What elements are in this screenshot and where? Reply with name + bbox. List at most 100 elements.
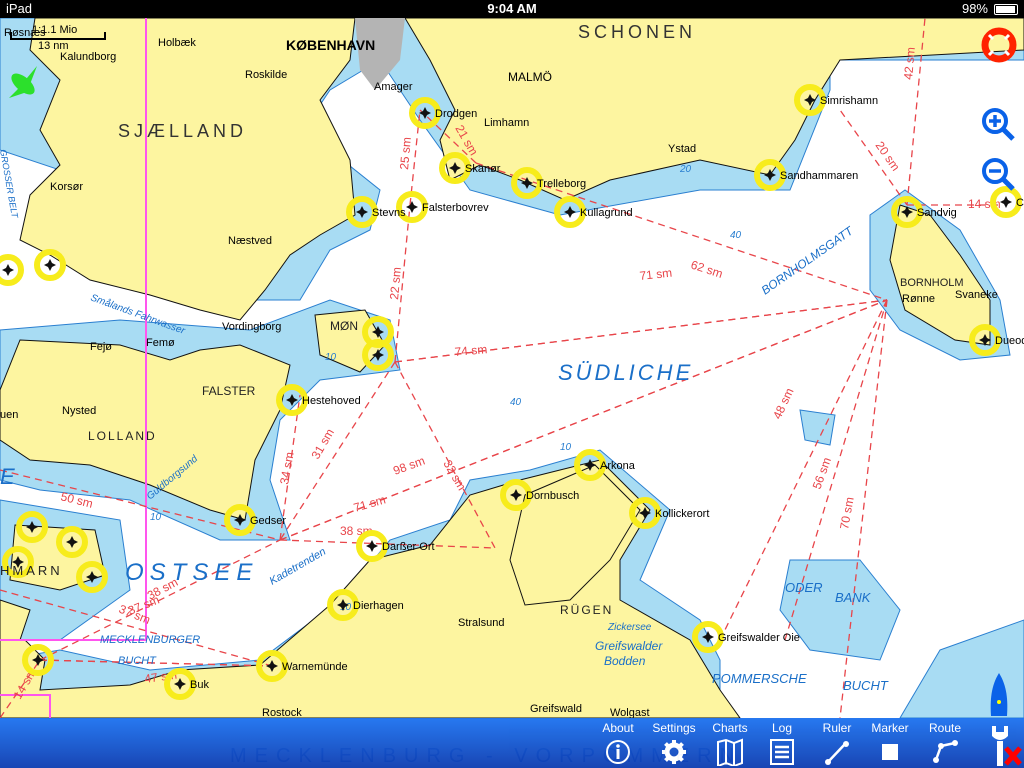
place-name: Fejø bbox=[90, 341, 112, 353]
sea-label: BUCHT bbox=[118, 655, 157, 667]
lighthouse-name: Greifswalder Oie bbox=[718, 632, 800, 644]
sea-label: Greifswalder bbox=[595, 639, 663, 653]
route-distance-label: 20 sm bbox=[873, 139, 903, 174]
battery-percent: 98% bbox=[961, 1, 988, 16]
region-label: MØN bbox=[330, 319, 358, 333]
sea-label: Kadetrenden bbox=[268, 546, 329, 588]
ruler-icon bbox=[825, 741, 849, 765]
route-icon bbox=[933, 740, 958, 763]
depth-contour-label: 10 bbox=[560, 442, 572, 453]
toolbar-label: Ruler bbox=[822, 721, 852, 735]
bottom-toolbar: About Settings Charts Log Ruler Marker Route bbox=[0, 718, 1024, 768]
toolbar-label: Route bbox=[928, 721, 962, 735]
lighthouse-name: Trelleborg bbox=[537, 178, 586, 190]
lighthouse-marker[interactable] bbox=[0, 254, 24, 286]
route-distance-label: 32 sm bbox=[440, 458, 468, 493]
gear-icon bbox=[662, 740, 686, 764]
place-name: Svaneke bbox=[955, 289, 998, 301]
tools-close-button[interactable] bbox=[986, 724, 1022, 768]
zoom-in-button[interactable] bbox=[980, 106, 1018, 144]
compass-arrow-icon[interactable] bbox=[5, 62, 43, 102]
lighthouse-marker[interactable] bbox=[34, 249, 66, 281]
toolbar-ruler-button[interactable]: Ruler bbox=[809, 718, 865, 768]
lighthouse-name: Drodgen bbox=[435, 108, 477, 120]
region-label: SCHONEN bbox=[578, 22, 696, 42]
zoom-out-button[interactable] bbox=[980, 156, 1018, 194]
clock: 9:04 AM bbox=[487, 1, 537, 16]
toolbar-charts-button[interactable]: Charts bbox=[702, 718, 758, 768]
place-name: Vordingborg bbox=[222, 321, 281, 333]
sea-label: BORNHOLMSGATT bbox=[759, 223, 857, 298]
lighthouse-name: Ch bbox=[1016, 197, 1024, 209]
sea-label: BUCHT bbox=[843, 678, 889, 693]
toolbar-about-button[interactable]: About bbox=[590, 718, 646, 768]
route-distance-label: 25 sm bbox=[397, 136, 414, 170]
route-distance-label: 48 sm bbox=[770, 386, 797, 422]
place-name: Stralsund bbox=[458, 617, 504, 629]
place-name: Nysted bbox=[62, 405, 96, 417]
route-distance-label: 74 sm bbox=[454, 342, 488, 359]
lighthouse-name: Simrishamn bbox=[820, 95, 878, 107]
toolbar-label: About bbox=[602, 721, 634, 735]
place-name: Femø bbox=[146, 337, 175, 349]
sea-label: BANK bbox=[835, 590, 872, 605]
route-distance-label: 71 sm bbox=[639, 266, 673, 283]
scale-distance: 13 nm bbox=[38, 40, 69, 52]
place-name: Kalundborg bbox=[60, 51, 116, 63]
region-label: MALMÖ bbox=[508, 70, 552, 84]
lighthouse-marker[interactable]: Dueod bbox=[969, 324, 1024, 356]
route-distance-label: 98 sm bbox=[391, 453, 427, 477]
sea-label: E bbox=[0, 464, 15, 489]
place-name: Næstved bbox=[228, 235, 272, 247]
place-name: Limhamn bbox=[484, 117, 529, 129]
region-label: KØBENHAVN bbox=[286, 37, 375, 53]
lighthouse-marker[interactable]: Falsterbovrev bbox=[396, 191, 489, 223]
route-distance-label: 56 sm bbox=[810, 456, 834, 492]
square-icon bbox=[882, 744, 898, 760]
lighthouse-name: Falsterbovrev bbox=[422, 202, 489, 214]
lifebuoy-button[interactable] bbox=[980, 26, 1018, 64]
place-name: Ystad bbox=[668, 143, 696, 155]
region-label: BORNHOLM bbox=[900, 277, 964, 289]
place-name: Rønne bbox=[902, 293, 935, 305]
depth-contour-label: 10 bbox=[325, 352, 337, 363]
lighthouse-name: Dornbusch bbox=[526, 490, 579, 502]
lighthouse-name: Buk bbox=[190, 679, 209, 691]
lighthouse-name: Skanør bbox=[465, 163, 501, 175]
lighthouse-name: Dueod bbox=[995, 335, 1024, 347]
battery-icon bbox=[994, 4, 1018, 15]
lighthouse-name: Stevns bbox=[372, 207, 406, 219]
lighthouse-name: Sandvig bbox=[917, 207, 957, 219]
region-label: FALSTER bbox=[202, 384, 256, 398]
scale-bar: 1:1.1 Mio 13 nm bbox=[10, 24, 106, 52]
toolbar-log-button[interactable]: Log bbox=[754, 718, 810, 768]
nautical-chart[interactable]: 74 sm71 sm 62 sm98 sm71 sm38 sm50 sm37 sm… bbox=[0, 18, 1024, 768]
toolbar-label: Settings bbox=[652, 721, 696, 735]
place-name: Korsør bbox=[50, 181, 83, 193]
route-distance-label: 34 sm bbox=[277, 451, 296, 486]
toolbar-route-button[interactable]: Route bbox=[917, 718, 973, 768]
region-label: LOLLAND bbox=[88, 429, 157, 443]
toolbar-label: Charts bbox=[712, 721, 748, 735]
place-name: Holbæk bbox=[158, 37, 196, 49]
place-name: Amager bbox=[374, 81, 413, 93]
region-label: HMARN bbox=[0, 563, 63, 578]
status-bar: iPad 9:04 AM 98% bbox=[0, 0, 1024, 18]
route-distance-label: 62 sm bbox=[689, 258, 724, 281]
route-distance-label: 71 sm bbox=[352, 492, 387, 514]
sea-label: POMMERSCHE bbox=[712, 671, 807, 686]
place-name: uen bbox=[0, 409, 18, 421]
sea-label: SÜDLICHE bbox=[558, 360, 693, 385]
toolbar-settings-button[interactable]: Settings bbox=[646, 718, 702, 768]
place-name: Greifswald bbox=[530, 703, 582, 715]
sea-label: Bodden bbox=[604, 654, 646, 668]
sea-label: Zickersee bbox=[607, 622, 652, 633]
lighthouse-name: Gedser bbox=[250, 515, 286, 527]
lighthouse-name: Warnemünde bbox=[282, 661, 348, 673]
place-name: Roskilde bbox=[245, 69, 287, 81]
lighthouse-name: Arkona bbox=[600, 460, 636, 472]
lighthouse-name: Dierhagen bbox=[353, 600, 404, 612]
boat-position-icon[interactable] bbox=[988, 672, 1010, 718]
sea-label: ODER bbox=[785, 580, 823, 595]
toolbar-marker-button[interactable]: Marker bbox=[862, 718, 918, 768]
